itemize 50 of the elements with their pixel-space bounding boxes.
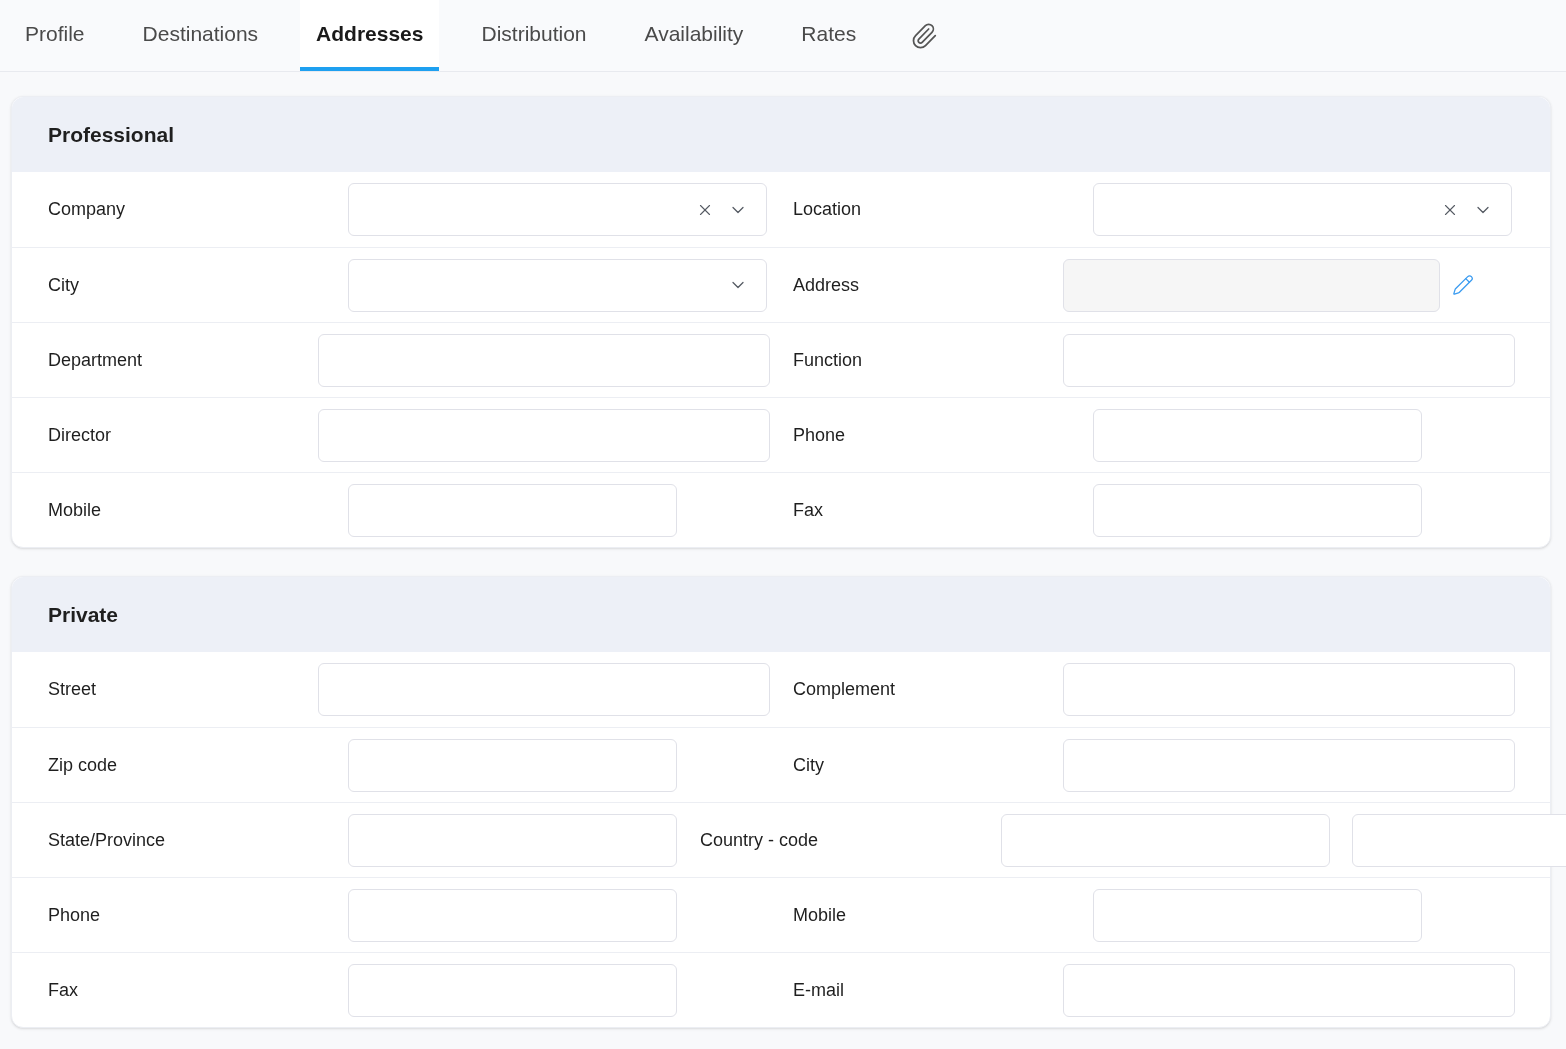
input-field[interactable] [1001,813,1330,867]
field-label: Complement [793,678,896,701]
field-label: Country - code [700,828,819,852]
field-label: Fax [48,978,78,1002]
field-label: City [48,273,79,297]
input-field[interactable] [1063,333,1515,387]
tab[interactable]: Profile [9,0,101,71]
select-field[interactable] [348,258,767,312]
field-label: Mobile [48,498,102,522]
tab[interactable]: Rates [785,0,873,71]
field-label: Zip code [48,753,118,777]
field-label: Mobile [793,903,847,927]
field-label: Function [793,348,863,372]
input-field[interactable] [1063,738,1515,792]
field-label: Phone [48,903,101,927]
input-field[interactable] [1063,663,1515,716]
input-field[interactable] [1093,408,1422,462]
select-field[interactable] [1093,183,1512,236]
tab[interactable]: Addresses [300,0,440,71]
section-title: Professional [48,121,175,148]
input-field[interactable] [318,663,770,716]
pencil-icon[interactable] [1452,274,1474,296]
tab[interactable]: Distribution [465,0,603,71]
tab[interactable]: Availability [628,0,760,71]
field-label: Phone [793,423,846,447]
field-label: City [793,753,824,777]
input-field[interactable] [348,483,677,537]
input-field[interactable] [348,963,677,1017]
field-label: Street [48,678,97,701]
input-field[interactable] [1063,963,1515,1017]
paperclip-icon[interactable] [910,21,939,50]
section-title: Private [48,601,119,628]
field-label: Address [793,273,860,297]
field-label: Company [48,198,126,221]
field-label: Department [48,348,143,372]
field-label: E-mail [793,978,844,1002]
field-label: Director [48,423,111,447]
select-field[interactable] [348,183,767,236]
input-field[interactable] [348,813,677,867]
input-field[interactable] [348,888,677,942]
input-field[interactable] [318,333,770,387]
input-field[interactable] [1093,888,1422,942]
field-label: State/Province [48,828,166,852]
tab[interactable]: Destinations [126,0,275,71]
field-label: Location [793,198,862,221]
input-field[interactable] [318,408,770,462]
input-field[interactable] [1093,483,1422,537]
input-field[interactable] [1352,813,1566,867]
input-field[interactable] [348,738,677,792]
field-label: Fax [793,498,823,522]
